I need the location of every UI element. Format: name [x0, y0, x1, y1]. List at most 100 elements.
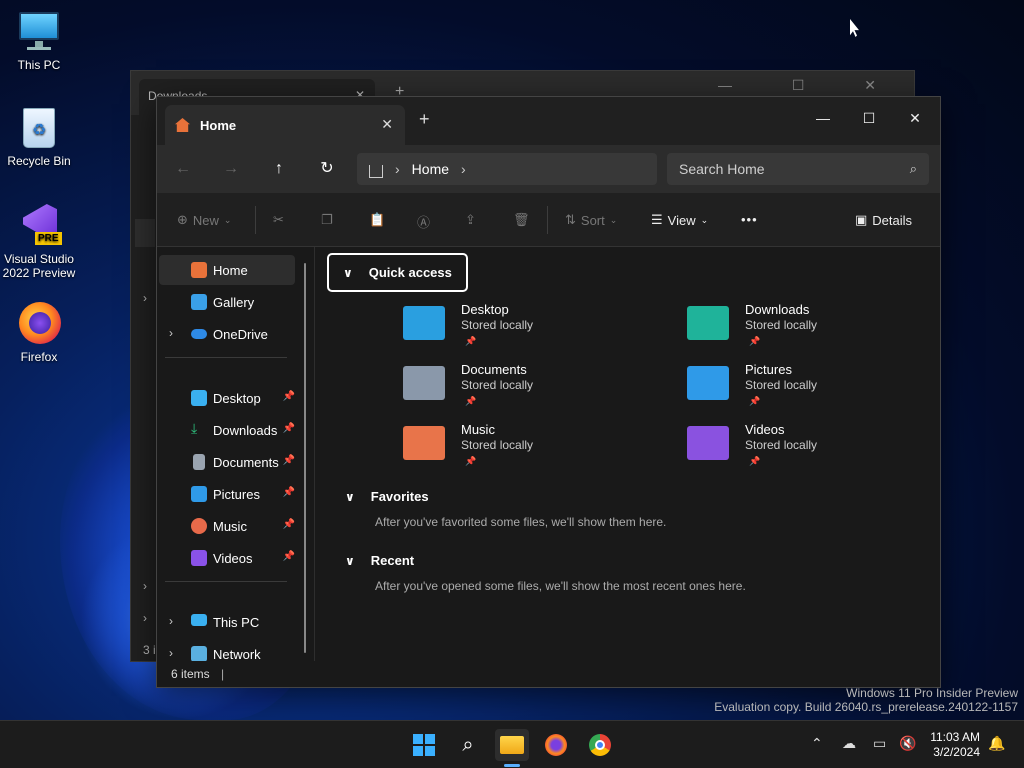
sidebar-item-label: Music	[213, 518, 247, 534]
pin-icon: 📌	[282, 423, 295, 434]
folder-documents[interactable]: Documents Stored locally 📌	[403, 362, 663, 422]
divider	[165, 357, 287, 358]
address-bar[interactable]: › Home ›	[357, 153, 657, 185]
divider	[255, 206, 256, 234]
desktop-icon-label: Recycle Bin	[7, 154, 71, 168]
sidebar-item-documents[interactable]: Documents 📌	[159, 447, 295, 477]
new-button[interactable]: ⊕ New ⌄	[177, 212, 231, 228]
minimize-button[interactable]: —	[800, 103, 846, 133]
folder-videos[interactable]: Videos Stored locally 📌	[687, 422, 947, 482]
pin-icon: 📌	[465, 456, 477, 466]
chevron-right-icon[interactable]: ›	[169, 646, 173, 660]
new-tab-button[interactable]: +	[419, 109, 430, 130]
sidebar-item-gallery[interactable]: Gallery	[159, 287, 295, 317]
copy-icon[interactable]: ❐	[321, 212, 333, 228]
details-label: Details	[872, 212, 913, 228]
back-arrow-icon[interactable]: ←	[171, 157, 195, 181]
file-explorer-window[interactable]: Home ✕ + — ☐ ✕ ← → ↑ ↻ › Home › Search H…	[156, 96, 941, 688]
desktop-icon-label: This PC	[17, 58, 61, 72]
system-clock[interactable]: 11:03 AM 3/2/2024	[930, 730, 980, 760]
chevron-right-icon[interactable]: ›	[169, 326, 173, 340]
volume-muted-icon[interactable]: 🔇	[899, 735, 916, 752]
sidebar-item-label: Home	[213, 262, 248, 278]
details-button[interactable]: ▣ Details	[855, 212, 912, 228]
sidebar-item-label: Desktop	[213, 390, 261, 406]
video-icon	[191, 550, 207, 566]
content-pane: ∨ Quick access Desktop Stored locally 📌 …	[315, 247, 940, 661]
close-button[interactable]: ✕	[892, 103, 938, 133]
quick-access-header[interactable]: ∨ Quick access	[327, 253, 468, 292]
sort-button[interactable]: ⇅ Sort ⌄	[565, 212, 617, 228]
sidebar-item-downloads[interactable]: ⤓ Downloads 📌	[159, 415, 295, 445]
view-button[interactable]: ☰ View ⌄	[651, 212, 708, 228]
desktop-icon-firefox[interactable]: Firefox	[1, 302, 77, 364]
search-icon[interactable]: ⌕	[451, 729, 485, 761]
sidebar-item-this-pc[interactable]: › This PC	[159, 607, 295, 637]
sidebar-item-home[interactable]: Home	[159, 255, 295, 285]
desktop-icon-this-pc[interactable]: This PC	[1, 10, 77, 72]
search-input[interactable]: Search Home ⌕	[667, 153, 929, 185]
picture-icon	[191, 486, 207, 502]
firefox-taskbar-button[interactable]	[539, 729, 573, 761]
file-explorer-taskbar-button[interactable]	[495, 729, 529, 767]
share-icon[interactable]: ⇪	[465, 212, 476, 228]
sidebar-item-videos[interactable]: Videos 📌	[159, 543, 295, 573]
breadcrumb[interactable]: Home	[412, 161, 449, 177]
chevron-right-icon[interactable]: ›	[169, 614, 173, 628]
windows-logo-icon	[413, 734, 435, 756]
chevron-right-icon[interactable]: ›	[461, 161, 466, 177]
favorites-header[interactable]: ∨ Favorites	[345, 489, 429, 504]
pin-icon: 📌	[282, 455, 295, 466]
desktop-icon-recycle-bin[interactable]: ♻ Recycle Bin	[1, 106, 77, 168]
sidebar-item-desktop[interactable]: Desktop 📌	[159, 383, 295, 413]
chrome-icon	[589, 734, 611, 756]
folder-desktop[interactable]: Desktop Stored locally 📌	[403, 302, 663, 362]
maximize-button[interactable]: ☐	[846, 103, 892, 133]
recent-header[interactable]: ∨ Recent	[345, 553, 414, 568]
cut-icon[interactable]: ✂	[273, 212, 284, 228]
downloads-folder-icon	[687, 306, 729, 340]
rename-icon[interactable]: Ⓐ	[417, 212, 430, 231]
chevron-down-icon: ∨	[343, 265, 353, 280]
sidebar-item-music[interactable]: Music 📌	[159, 511, 295, 541]
folder-downloads[interactable]: Downloads Stored locally 📌	[687, 302, 947, 362]
sort-icon: ⇅	[565, 212, 576, 227]
folder-location: Stored locally	[745, 318, 818, 332]
desktop-icon-label: Visual Studio 2022 Preview	[2, 252, 76, 280]
start-button[interactable]	[407, 729, 441, 761]
close-tab-icon[interactable]: ✕	[381, 116, 393, 133]
sidebar-item-pictures[interactable]: Pictures 📌	[159, 479, 295, 509]
network-icon[interactable]: ▭	[873, 735, 886, 752]
sidebar-item-label: Documents	[213, 454, 279, 470]
up-arrow-icon[interactable]: ↑	[267, 157, 291, 181]
tab-home[interactable]: Home ✕	[165, 105, 405, 145]
chevron-right-icon: ›	[143, 579, 147, 593]
more-options-button[interactable]: •••	[741, 212, 758, 227]
onedrive-offline-icon[interactable]: ☁	[842, 735, 856, 752]
desktop-icon-visual-studio[interactable]: PRE Visual Studio 2022 Preview	[1, 204, 77, 280]
background-window-controls[interactable]: — ☐ ✕	[718, 77, 904, 94]
delete-icon[interactable]: 🗑	[513, 212, 530, 228]
paste-icon[interactable]: 📋	[369, 212, 385, 228]
music-icon	[191, 518, 207, 534]
chevron-down-icon: ∨	[345, 489, 355, 504]
folder-music[interactable]: Music Stored locally 📌	[403, 422, 663, 482]
sidebar-item-onedrive[interactable]: › OneDrive	[159, 319, 295, 349]
pin-icon: 📌	[282, 551, 295, 562]
monitor-icon	[191, 614, 207, 626]
chrome-taskbar-button[interactable]	[583, 729, 617, 761]
search-icon: ⌕	[909, 161, 917, 176]
folder-pictures[interactable]: Pictures Stored locally 📌	[687, 362, 947, 422]
favorites-empty-message: After you've favorited some files, we'll…	[375, 515, 667, 529]
folder-name: Music	[461, 422, 495, 437]
new-label: New	[192, 212, 219, 228]
show-hidden-icons-chevron-up-icon[interactable]: ⌃	[811, 735, 823, 752]
divider: |	[221, 667, 225, 681]
sort-label: Sort	[580, 212, 605, 228]
notification-bell-icon[interactable]: 🔔	[988, 735, 1005, 752]
sidebar-scrollbar[interactable]	[304, 263, 306, 653]
refresh-icon[interactable]: ↻	[315, 157, 339, 181]
pin-icon: 📌	[749, 456, 761, 466]
sidebar-item-label: Network	[213, 646, 261, 662]
forward-arrow-icon[interactable]: →	[219, 157, 243, 181]
